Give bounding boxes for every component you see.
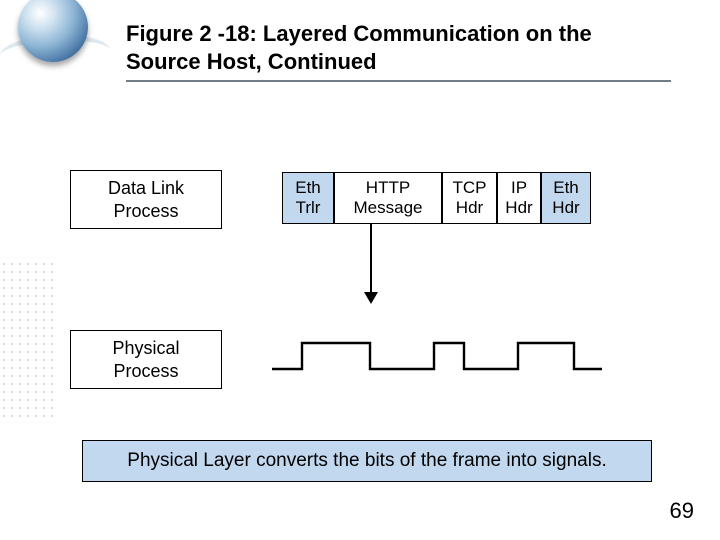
globe-decoration (0, 0, 110, 90)
slide: Figure 2 -18: Layered Communication on t… (0, 0, 720, 540)
data-link-process-label: Data LinkProcess (108, 178, 184, 221)
dot-grid-decoration (0, 260, 54, 420)
segment-line2: Hdr (505, 198, 532, 217)
segment-eth-trlr: Eth Trlr (282, 172, 334, 224)
down-arrow-icon (370, 224, 372, 302)
segment-tcp-hdr: TCP Hdr (442, 172, 497, 224)
segment-eth-hdr: Eth Hdr (541, 172, 591, 224)
segment-line1: TCP (453, 178, 487, 197)
segment-line1: Eth (295, 178, 321, 197)
segment-line2: Hdr (456, 198, 483, 217)
segment-label: Eth Trlr (295, 178, 321, 217)
figure-title: Figure 2 -18: Layered Communication on t… (126, 20, 671, 75)
segment-label: HTTP Message (354, 178, 423, 217)
segment-http-message: HTTP Message (334, 172, 442, 224)
segment-line2: Hdr (552, 198, 579, 217)
segment-line1: HTTP (366, 178, 410, 197)
signal-waveform-icon (272, 335, 602, 377)
segment-label: TCP Hdr (453, 178, 487, 217)
segment-ip-hdr: IP Hdr (497, 172, 541, 224)
caption-text: Physical Layer converts the bits of the … (127, 450, 606, 471)
segment-line2: Trlr (296, 198, 321, 217)
caption-box: Physical Layer converts the bits of the … (82, 440, 652, 482)
page-number: 69 (670, 498, 694, 524)
frame-segments: Eth Trlr HTTP Message TCP Hdr IP Hdr Eth (282, 172, 591, 224)
data-link-process-box: Data LinkProcess (70, 170, 222, 229)
segment-line2: Message (354, 198, 423, 217)
physical-process-box: PhysicalProcess (70, 330, 222, 389)
segment-label: Eth Hdr (552, 178, 579, 217)
segment-label: IP Hdr (505, 178, 532, 217)
title-underline (126, 80, 671, 82)
physical-process-label: PhysicalProcess (112, 338, 179, 381)
segment-line1: IP (511, 178, 527, 197)
segment-line1: Eth (553, 178, 579, 197)
